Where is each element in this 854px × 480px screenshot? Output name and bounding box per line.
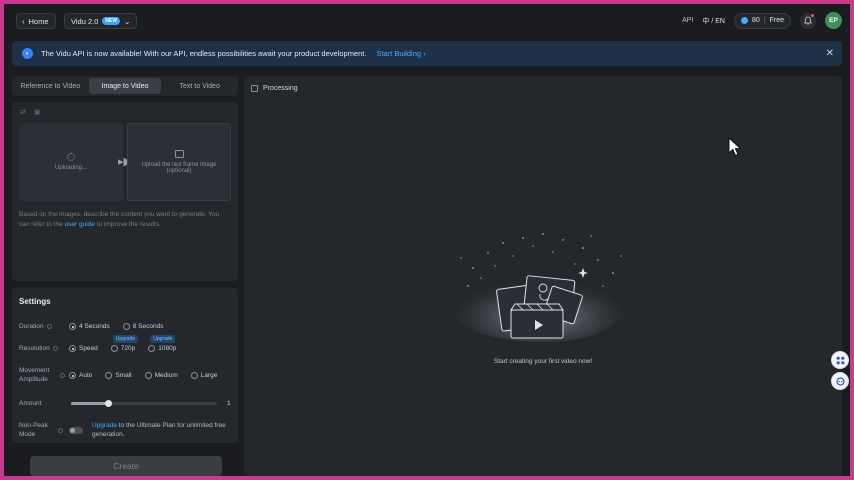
app-window: ‹ Home Vidu 2.0 NEW ⌄ API 中 / EN 80 | Fr…	[4, 4, 850, 476]
credits-amount: 80	[751, 17, 760, 24]
duration-label: Duration	[19, 323, 69, 330]
api-link[interactable]: API	[682, 17, 693, 24]
resolution-option-speed[interactable]: Speed	[69, 345, 98, 352]
top-header: ‹ Home Vidu 2.0 NEW ⌄ API 中 / EN 80 | Fr…	[4, 4, 850, 38]
credits-separator: |	[763, 17, 766, 24]
notification-bell-icon[interactable]	[800, 12, 816, 29]
tab-image-to-video[interactable]: Image to Video	[88, 78, 162, 94]
settings-title: Settings	[19, 297, 51, 306]
resolution-option-1080p[interactable]: Upgrade 1080p	[148, 335, 176, 352]
movement-option-auto[interactable]: Auto	[69, 372, 92, 379]
radio-icon	[69, 372, 76, 379]
amount-slider-fill	[71, 402, 109, 405]
radio-icon	[105, 372, 113, 379]
home-label: Home	[28, 16, 49, 26]
new-badge: NEW	[102, 17, 121, 25]
amount-slider[interactable]	[71, 399, 217, 407]
credits-icon	[740, 17, 748, 24]
first-frame-status: Uploading...	[54, 165, 88, 171]
last-frame-upload[interactable]: Upload the last frame image (optional)	[127, 123, 231, 201]
start-building-link[interactable]: Start Building ›	[376, 49, 425, 58]
empty-state-illustration-icon	[451, 233, 629, 342]
upload-card: ⇄ ▣ Uploading... ▸▶ Upload the last fram…	[12, 102, 238, 281]
settings-panel: Settings Duration 4 Seconds 8 Seconds Re…	[12, 288, 238, 443]
create-button[interactable]: Create	[30, 456, 222, 476]
nonpeak-label: Non-Peak Mode	[19, 421, 69, 439]
duration-row: Duration 4 Seconds 8 Seconds	[19, 323, 176, 330]
duration-option-8s[interactable]: 8 Seconds	[122, 323, 163, 330]
user-guide-link[interactable]: user guide	[65, 221, 95, 228]
movement-label: Movement Amplitude	[19, 367, 69, 384]
upgrade-tag: Upgrade	[150, 335, 176, 343]
processing-checkbox[interactable]	[251, 85, 258, 92]
credits-plan: Free	[769, 17, 784, 24]
info-icon[interactable]	[60, 373, 65, 378]
info-icon[interactable]	[58, 427, 63, 433]
image-icon[interactable]: ▣	[34, 108, 41, 116]
tab-reference-to-video[interactable]: Reference to Video	[14, 78, 87, 94]
swap-icon[interactable]: ⇄	[20, 108, 26, 116]
amount-row: Amount 1	[19, 399, 231, 407]
home-button[interactable]: ‹ Home	[16, 13, 56, 29]
first-frame-upload[interactable]: Uploading...	[19, 123, 123, 201]
radio-icon	[110, 345, 118, 352]
amount-value: 1	[227, 400, 231, 407]
nonpeak-row: Non-Peak Mode Upgrade to the Ultimate Pl…	[19, 421, 237, 439]
tab-text-to-video[interactable]: Text to Video	[163, 78, 236, 94]
header-right: API 中 / EN 80 | Free EP	[682, 12, 842, 29]
movement-option-medium[interactable]: Medium	[144, 372, 178, 379]
resolution-label: Resolution	[19, 345, 69, 352]
nonpeak-toggle[interactable]	[69, 426, 83, 434]
nonpeak-description: Upgrade to the Ultimate Plan for unlimit…	[92, 422, 226, 438]
radio-icon	[148, 345, 156, 352]
processing-label: Processing	[263, 85, 298, 92]
radio-icon	[69, 323, 76, 330]
movement-row: Movement Amplitude Auto Small Medium Lar…	[19, 367, 230, 384]
resolution-option-720p[interactable]: Upgrade 720p	[110, 335, 138, 352]
support-chat-icon[interactable]	[831, 372, 849, 390]
model-select[interactable]: Vidu 2.0 NEW ⌄	[64, 13, 138, 29]
mouse-cursor-icon	[728, 137, 742, 157]
duration-option-4s[interactable]: 4 Seconds	[69, 323, 110, 330]
loading-spinner-icon	[67, 153, 75, 161]
empty-state-message: Start creating your first video now!	[493, 358, 593, 365]
preview-panel: Processing Start creating your first vid…	[244, 76, 849, 476]
upgrade-link[interactable]: Upgrade	[92, 422, 117, 429]
radio-icon	[69, 345, 76, 352]
radio-icon	[144, 372, 152, 379]
close-icon[interactable]: ✕	[826, 48, 834, 59]
processing-filter[interactable]: Processing	[251, 85, 298, 92]
chevron-left-icon: ‹	[22, 16, 25, 26]
movement-option-large[interactable]: Large	[190, 372, 217, 379]
api-announcement-banner: ◐ The Vidu API is now available! With ou…	[12, 41, 842, 66]
image-upload-icon	[174, 150, 184, 158]
prompt-input[interactable]: Based on the images, describe the conten…	[19, 210, 231, 229]
movement-option-small[interactable]: Small	[105, 372, 132, 379]
amount-slider-handle[interactable]	[105, 399, 113, 407]
radio-icon	[190, 372, 198, 379]
model-label: Vidu 2.0	[71, 16, 99, 26]
avatar[interactable]: EP	[825, 12, 842, 29]
prompt-placeholder-end: to improve the results.	[96, 220, 161, 228]
chevron-down-icon: ⌄	[124, 16, 131, 26]
banner-message: The Vidu API is now available! With our …	[41, 49, 367, 58]
upgrade-tag: Upgrade	[112, 335, 138, 343]
radio-icon	[122, 323, 130, 330]
apps-icon[interactable]	[831, 351, 849, 369]
amount-label: Amount	[19, 400, 42, 407]
resolution-row: Resolution Speed Upgrade 720p Upgrade 1080…	[19, 335, 189, 352]
last-frame-hint: (optional)	[166, 168, 192, 174]
vidu-logo-icon: ◐	[22, 48, 33, 59]
language-switch[interactable]: 中 / EN	[702, 16, 725, 26]
mode-tabs: Reference to Video Image to Video Text t…	[12, 76, 238, 96]
upload-tools: ⇄ ▣	[20, 108, 41, 116]
info-icon[interactable]	[46, 324, 52, 329]
info-icon[interactable]	[52, 346, 58, 351]
credits-badge[interactable]: 80 | Free	[733, 12, 791, 29]
